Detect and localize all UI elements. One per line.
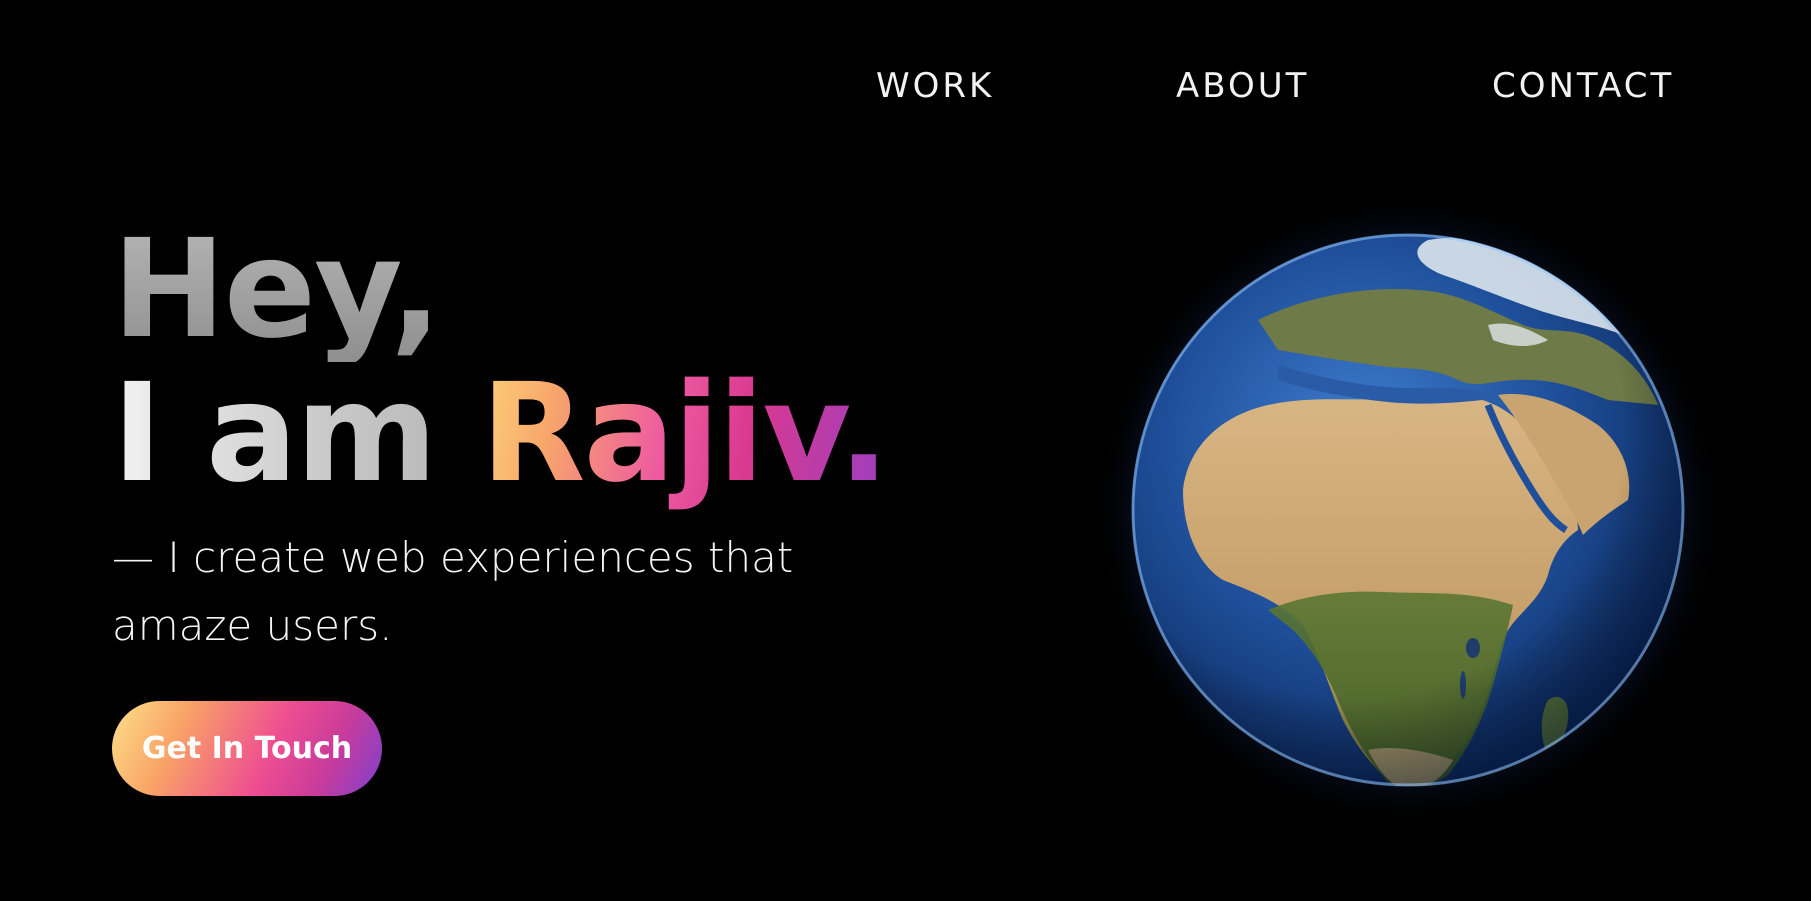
nav-link-about[interactable]: ABOUT <box>1176 64 1309 108</box>
hero-headline: Hey, I am Rajiv. <box>112 218 952 506</box>
hero-section: Hey, I am Rajiv. — I create web experien… <box>112 218 952 660</box>
globe-graphic <box>1131 233 1685 787</box>
headline-name: Rajiv. <box>480 355 890 513</box>
get-in-touch-button[interactable]: Get In Touch <box>112 701 382 796</box>
headline-intro-prefix: I am <box>112 355 481 513</box>
portfolio-landing-page: WORK ABOUT CONTACT Hey, I am Rajiv. — I … <box>0 0 1811 901</box>
nav-link-work[interactable]: WORK <box>876 64 994 108</box>
headline-intro-line: I am Rajiv. <box>112 362 952 506</box>
nav-link-contact[interactable]: CONTACT <box>1492 64 1674 108</box>
hero-tagline: — I create web experiences that amaze us… <box>112 533 794 650</box>
main-navigation: WORK ABOUT CONTACT <box>876 64 1688 108</box>
headline-greeting: Hey, <box>112 218 952 362</box>
earth-globe-icon <box>1102 204 1714 816</box>
